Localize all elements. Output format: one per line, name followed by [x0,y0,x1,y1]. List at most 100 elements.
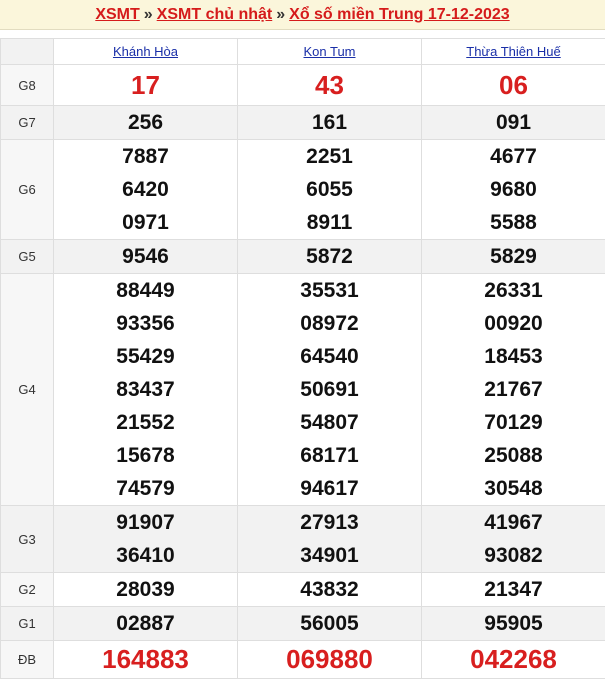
prize-number: 70129 [484,411,543,434]
breadcrumb-separator: » [276,6,286,23]
prize-cell: 161 [237,105,422,140]
prize-cell: 26331 00920 18453 21767 70129 25088 30548 [421,273,605,506]
breadcrumb: XSMT» XSMT chủ nhật» Xổ số miền Trung 17-1… [0,0,605,30]
prize-number: 56005 [300,612,359,635]
prize-number: 0971 [122,211,169,234]
prize-cell: 28039 [53,572,238,607]
prize-cell: 091 [421,105,605,140]
prize-cell: 27913 34901 [237,505,422,573]
header-corner-cell [0,38,54,65]
province-header-row: Khánh Hòa Kon Tum Thừa Thiên Huế [0,38,605,65]
prize-number: 5588 [490,211,537,234]
prize-cell: 95905 [421,606,605,641]
prize-number: 069880 [286,644,373,674]
prize-number: 161 [311,111,348,134]
prize-row-db: ĐB 164883 069880 042268 [0,640,605,679]
prize-number: 54807 [300,411,359,434]
prize-number: 68171 [300,444,359,467]
prize-label: G1 [0,606,54,641]
prize-label: G6 [0,139,54,240]
prize-number: 7887 [122,145,169,168]
prize-number: 164883 [102,644,189,674]
prize-number: 41967 [484,511,543,534]
prize-number: 6420 [122,178,169,201]
prize-label: G7 [0,105,54,140]
prize-number: 74579 [116,477,175,500]
prize-number: 43 [315,70,344,100]
province-header-thua-thien-hue: Thừa Thiên Huế [421,38,605,65]
prize-cell: 41967 93082 [421,505,605,573]
prize-row-g2: G2 28039 43832 21347 [0,572,605,607]
prize-cell: 91907 36410 [53,505,238,573]
province-header-khanh-hoa: Khánh Hòa [53,38,238,65]
breadcrumb-link-xsmt[interactable]: XSMT [95,6,139,23]
prize-number: 50691 [300,378,359,401]
breadcrumb-link-results-date[interactable]: Xổ số miền Trung 17-12-2023 [289,6,510,23]
prize-number: 4677 [490,145,537,168]
prize-number: 21767 [484,378,543,401]
breadcrumb-link-xsmt-sunday[interactable]: XSMT chủ nhật [157,6,273,23]
prize-number: 25088 [484,444,543,467]
prize-cell: 042268 [421,640,605,679]
prize-number: 256 [127,111,164,134]
prize-label: G4 [0,273,54,506]
prize-row-g4: G4 88449 93356 55429 83437 21552 15678 74579 355… [0,273,605,506]
prize-cell: 069880 [237,640,422,679]
prize-number: 93082 [484,544,543,567]
prize-number: 93356 [116,312,175,335]
prize-cell: 5872 [237,239,422,274]
prize-row-g8: G8 17 43 06 [0,64,605,106]
prize-number: 43832 [300,578,359,601]
prize-cell: 43832 [237,572,422,607]
prize-cell: 35531 08972 64540 50691 54807 68171 94617 [237,273,422,506]
prize-number: 08972 [300,312,359,335]
prize-row-g1: G1 02887 56005 95905 [0,606,605,641]
province-link[interactable]: Kon Tum [303,44,355,59]
prize-number: 00920 [484,312,543,335]
prize-row-g5: G5 9546 5872 5829 [0,239,605,274]
prize-cell: 56005 [237,606,422,641]
prize-number: 9546 [122,245,169,268]
province-link[interactable]: Thừa Thiên Huế [466,44,560,59]
prize-row-g3: G3 91907 36410 27913 34901 41967 93082 [0,505,605,573]
prize-number: 94617 [300,477,359,500]
prize-cell: 21347 [421,572,605,607]
prize-number: 55429 [116,345,175,368]
prize-cell: 88449 93356 55429 83437 21552 15678 74579 [53,273,238,506]
prize-number: 5872 [306,245,353,268]
prize-number: 17 [131,70,160,100]
prize-cell: 5829 [421,239,605,274]
prize-cell: 02887 [53,606,238,641]
prize-label: G5 [0,239,54,274]
prize-number: 88449 [116,279,175,302]
prize-cell: 164883 [53,640,238,679]
prize-row-g6: G6 7887 6420 0971 2251 6055 8911 4677 9680 5588 [0,139,605,240]
prize-number: 91907 [116,511,175,534]
prize-number: 30548 [484,477,543,500]
prize-number: 8911 [306,211,353,234]
prize-cell: 7887 6420 0971 [53,139,238,240]
prize-number: 06 [499,70,528,100]
prize-cell: 43 [237,64,422,106]
breadcrumb-separator: » [143,6,153,23]
prize-number: 83437 [116,378,175,401]
prize-number: 95905 [484,612,543,635]
prize-number: 18453 [484,345,543,368]
prize-number: 091 [495,111,532,134]
prize-number: 9680 [490,178,537,201]
prize-label: G8 [0,64,54,106]
prize-number: 21347 [484,578,543,601]
prize-cell: 9546 [53,239,238,274]
province-link[interactable]: Khánh Hòa [113,44,178,59]
province-header-kon-tum: Kon Tum [237,38,422,65]
prize-number: 34901 [300,544,359,567]
prize-number: 2251 [306,145,353,168]
prize-cell: 256 [53,105,238,140]
lottery-results-table: Khánh Hòa Kon Tum Thừa Thiên Huế G8 17 43 0… [0,38,605,679]
prize-number: 36410 [116,544,175,567]
prize-number: 28039 [116,578,175,601]
prize-cell: 2251 6055 8911 [237,139,422,240]
prize-label: G3 [0,505,54,573]
prize-rows: G8 17 43 06 G7 256 161 091 G6 7887 6420 0971 2251 605… [0,64,605,679]
prize-number: 27913 [300,511,359,534]
